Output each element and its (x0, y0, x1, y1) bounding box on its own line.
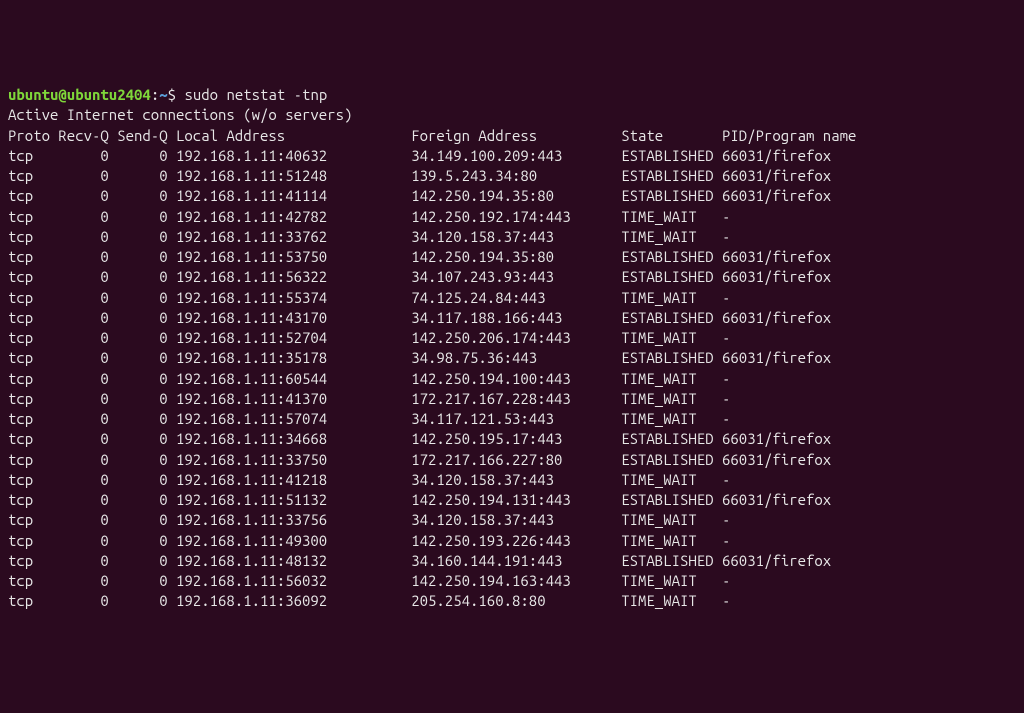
prompt-dollar: $ (168, 86, 185, 103)
connection-row: tcp 0 0 192.168.1.11:43170 34.117.188.16… (8, 308, 1016, 328)
prompt-colon: : (151, 86, 159, 103)
column-headers: Proto Recv-Q Send-Q Local Address Foreig… (8, 126, 1016, 146)
connection-row: tcp 0 0 192.168.1.11:55374 74.125.24.84:… (8, 288, 1016, 308)
connection-row: tcp 0 0 192.168.1.11:51248 139.5.243.34:… (8, 166, 1016, 186)
connection-row: tcp 0 0 192.168.1.11:36092 205.254.160.8… (8, 591, 1016, 611)
connection-row: tcp 0 0 192.168.1.11:56032 142.250.194.1… (8, 571, 1016, 591)
connection-row: tcp 0 0 192.168.1.11:57074 34.117.121.53… (8, 409, 1016, 429)
connection-row: tcp 0 0 192.168.1.11:53750 142.250.194.3… (8, 247, 1016, 267)
connection-row: tcp 0 0 192.168.1.11:33756 34.120.158.37… (8, 510, 1016, 530)
connection-row: tcp 0 0 192.168.1.11:33750 172.217.166.2… (8, 450, 1016, 470)
connection-row: tcp 0 0 192.168.1.11:41370 172.217.167.2… (8, 389, 1016, 409)
connection-row: tcp 0 0 192.168.1.11:56322 34.107.243.93… (8, 267, 1016, 287)
connection-row: tcp 0 0 192.168.1.11:33762 34.120.158.37… (8, 227, 1016, 247)
connection-row: tcp 0 0 192.168.1.11:48132 34.160.144.19… (8, 551, 1016, 571)
prompt-line: ubuntu@ubuntu2404:~$ sudo netstat -tnp (8, 85, 1016, 105)
prompt-user-host: ubuntu@ubuntu2404 (8, 86, 151, 103)
connection-row: tcp 0 0 192.168.1.11:35178 34.98.75.36:4… (8, 348, 1016, 368)
connection-row: tcp 0 0 192.168.1.11:52704 142.250.206.1… (8, 328, 1016, 348)
connection-row: tcp 0 0 192.168.1.11:41114 142.250.194.3… (8, 186, 1016, 206)
terminal-output[interactable]: ubuntu@ubuntu2404:~$ sudo netstat -tnpAc… (8, 85, 1016, 612)
connection-row: tcp 0 0 192.168.1.11:42782 142.250.192.1… (8, 207, 1016, 227)
connections-header: Active Internet connections (w/o servers… (8, 105, 1016, 125)
command-text: sudo netstat -tnp (184, 86, 327, 103)
connection-row: tcp 0 0 192.168.1.11:60544 142.250.194.1… (8, 369, 1016, 389)
connection-row: tcp 0 0 192.168.1.11:40632 34.149.100.20… (8, 146, 1016, 166)
prompt-path: ~ (159, 86, 167, 103)
connection-row: tcp 0 0 192.168.1.11:34668 142.250.195.1… (8, 429, 1016, 449)
connection-row: tcp 0 0 192.168.1.11:41218 34.120.158.37… (8, 470, 1016, 490)
connection-row: tcp 0 0 192.168.1.11:51132 142.250.194.1… (8, 490, 1016, 510)
